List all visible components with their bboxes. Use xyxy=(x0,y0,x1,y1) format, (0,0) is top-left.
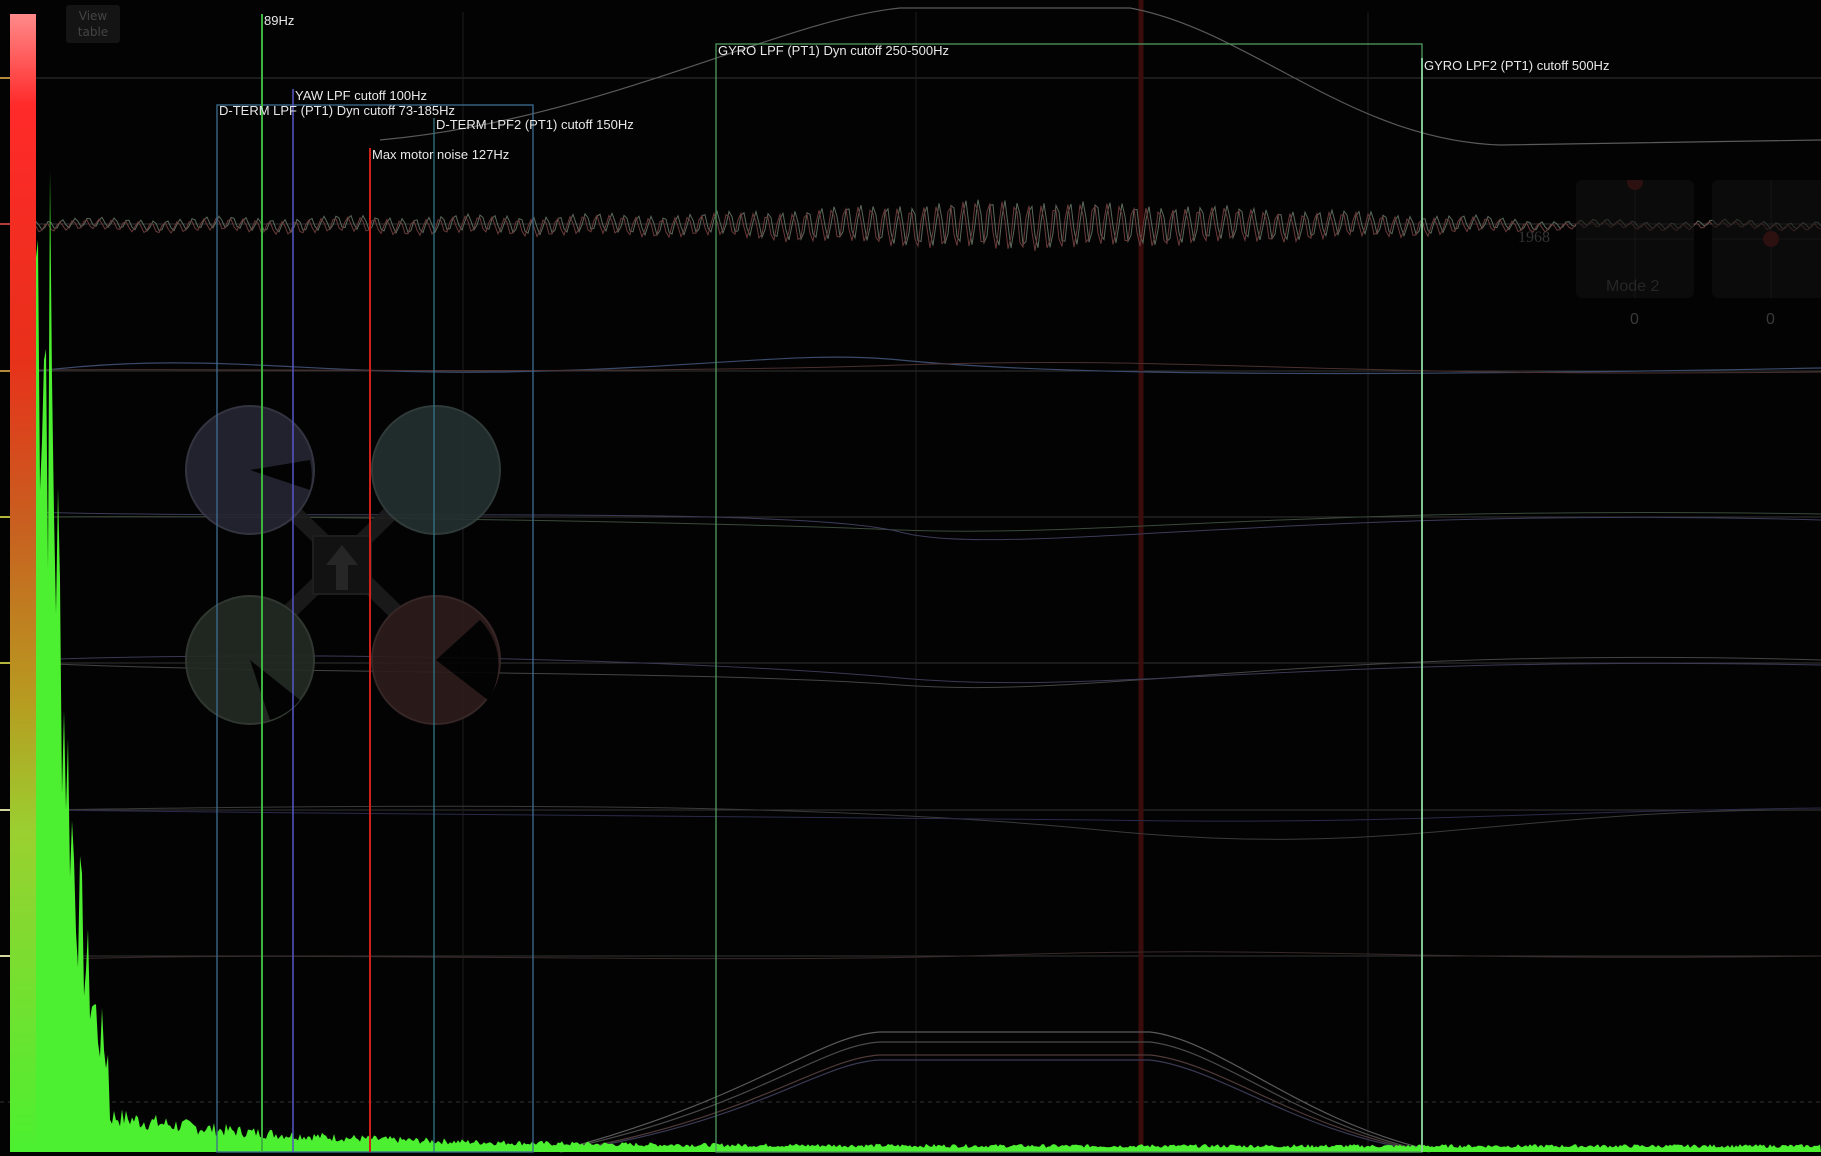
right-stick-dot xyxy=(1763,231,1779,247)
gyro-lpf-label: GYRO LPF (PT1) Dyn cutoff 250-500Hz xyxy=(718,43,949,58)
max-motor-noise-label: Max motor noise 127Hz xyxy=(372,147,510,162)
gyro-lpf-marker xyxy=(715,43,1423,1153)
stick-mode-label: Mode 2 xyxy=(1606,278,1660,295)
yaw-lpf-label: YAW LPF cutoff 100Hz xyxy=(295,88,427,103)
left-stick-value: 0 xyxy=(1630,311,1639,328)
log-viewer-canvas[interactable]: View table 89Hz YAW LPF cutoff 100Hz D-T… xyxy=(0,0,1821,1156)
view-table-button[interactable]: View table xyxy=(66,5,120,43)
motor-value-readout: 1968 xyxy=(1518,229,1550,246)
dterm-lpf-marker xyxy=(216,104,534,1153)
filter-markers-layer xyxy=(216,14,1423,1153)
left-stick-dot xyxy=(1627,180,1643,190)
view-table-label-2: table xyxy=(77,25,109,39)
freq-89-label: 89Hz xyxy=(264,13,295,28)
right-stick-box xyxy=(1712,180,1821,298)
dterm-lpf-label: D-TERM LPF (PT1) Dyn cutoff 73-185Hz xyxy=(219,103,455,118)
view-table-label-1: View xyxy=(78,9,108,23)
dterm-lpf2-label: D-TERM LPF2 (PT1) cutoff 150Hz xyxy=(436,117,634,132)
gyro-lpf2-label: GYRO LPF2 (PT1) cutoff 500Hz xyxy=(1424,58,1610,73)
right-stick-value: 0 xyxy=(1766,311,1775,328)
